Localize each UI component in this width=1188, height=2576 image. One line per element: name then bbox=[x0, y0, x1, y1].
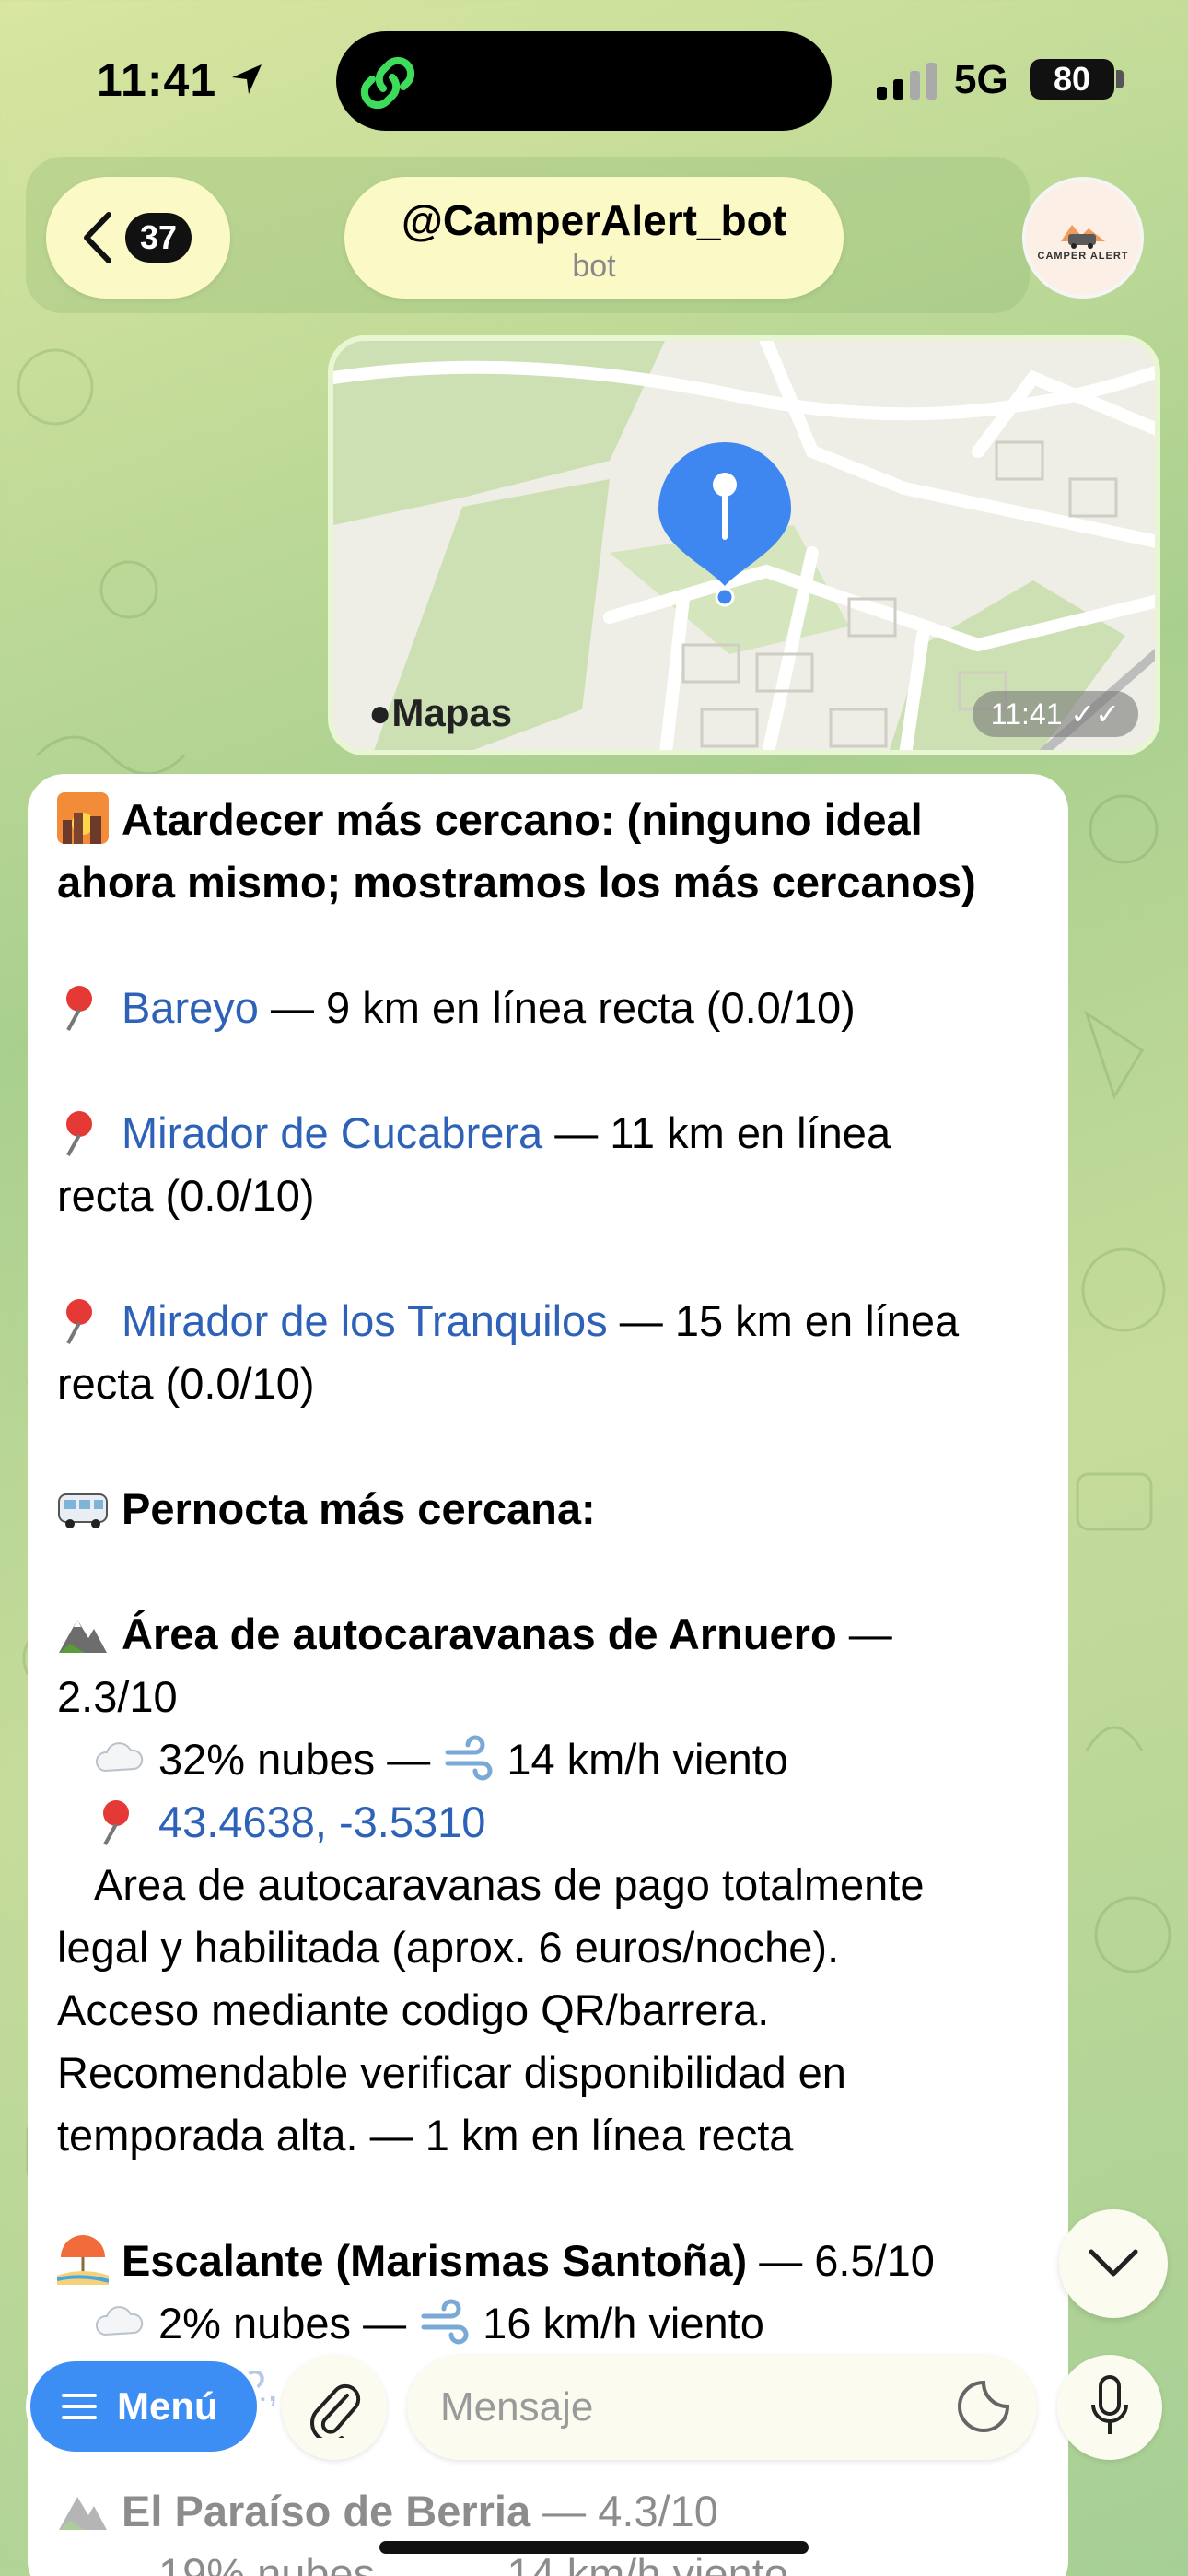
message-input[interactable]: Mensaje bbox=[407, 2355, 1037, 2460]
round-pushpin-icon bbox=[103, 1800, 129, 1845]
area1-desc-2: legal y habilitada (aprox. 6 euros/noche… bbox=[57, 1923, 840, 1972]
clock: 11:41 bbox=[97, 54, 217, 106]
round-pushpin-icon bbox=[66, 986, 92, 1031]
home-indicator bbox=[379, 2541, 809, 2554]
status-bar: 11:41 5G 80 bbox=[0, 0, 1188, 166]
chevron-down-icon bbox=[1089, 2249, 1138, 2277]
area1-weather: 32% nubes — 14 km/h viento bbox=[57, 1728, 1041, 1791]
area3-name: El Paraíso de Berria bbox=[122, 2487, 531, 2535]
spot3-link[interactable]: Mirador de los Tranquilos bbox=[122, 1296, 608, 1345]
area1-name: Área de autocaravanas de Arnuero bbox=[122, 1610, 837, 1658]
area1-clouds: 32% nubes — bbox=[158, 1735, 443, 1784]
spot2-link[interactable]: Mirador de Cucabrera bbox=[122, 1108, 542, 1157]
battery-indicator: 80 bbox=[1030, 59, 1114, 100]
area3-header: El Paraíso de Berria — 4.3/10 bbox=[57, 2480, 1041, 2543]
apple-logo-icon: ● bbox=[368, 691, 392, 734]
avatar-label: CAMPER ALERT bbox=[1037, 251, 1129, 262]
read-checkmarks-icon: ✓✓ bbox=[1070, 697, 1120, 731]
attach-button[interactable] bbox=[282, 2355, 387, 2460]
battery-tip bbox=[1116, 70, 1124, 88]
area1-desc-3: Acceso mediante codigo QR/barrera. bbox=[57, 1985, 770, 2034]
area1-desc-1: Area de autocaravanas de pago totalmente bbox=[94, 1860, 925, 1909]
round-pushpin-icon bbox=[66, 1299, 92, 1344]
bot-text-message: Atardecer más cercano: (ninguno ideal ah… bbox=[28, 774, 1068, 2576]
spot2-detail: — 11 km en línea bbox=[542, 1108, 891, 1157]
map-time-text: 11:41 bbox=[990, 697, 1063, 731]
spot1-link[interactable]: Bareyo bbox=[122, 983, 259, 1032]
area1-score-prefix: — bbox=[836, 1610, 892, 1658]
network-type: 5G bbox=[954, 57, 1008, 102]
chat-title[interactable]: @CamperAlert_bot bot bbox=[344, 177, 844, 299]
location-map-message[interactable]: ●Mapas 11:41 ✓✓ bbox=[328, 335, 1160, 755]
link-chain-icon bbox=[360, 56, 415, 110]
sunset-spot-2: Mirador de Cucabrera — 11 km en línea bbox=[57, 1102, 1041, 1165]
cloud-icon bbox=[96, 1742, 144, 1773]
cloud-icon bbox=[96, 2306, 144, 2336]
spot2-detail-cont: recta (0.0/10) bbox=[57, 1171, 315, 1220]
area2-wind: 16 km/h viento bbox=[483, 2299, 764, 2348]
sunset-title: Atardecer más cercano: (ninguno ideal bbox=[57, 789, 1041, 851]
scroll-to-bottom-button[interactable] bbox=[1059, 2209, 1168, 2318]
unread-count-badge: 37 bbox=[125, 213, 192, 263]
area1-desc-5: temporada alta. — 1 km en línea recta bbox=[57, 2111, 794, 2160]
sunset-city-icon bbox=[57, 792, 109, 844]
maps-label-text: Mapas bbox=[391, 691, 513, 734]
sticker-icon[interactable] bbox=[956, 2379, 1011, 2434]
area1-wind: 14 km/h viento bbox=[507, 1735, 788, 1784]
map-pin-icon bbox=[658, 442, 791, 607]
message-placeholder: Mensaje bbox=[440, 2384, 594, 2430]
bot-name: @CamperAlert_bot bbox=[401, 196, 787, 244]
area1-coords-link[interactable]: 43.4638, -3.5310 bbox=[158, 1797, 485, 1846]
area2-name: Escalante (Marismas Santoña) bbox=[122, 2236, 748, 2285]
wind-icon bbox=[445, 1735, 493, 1781]
paperclip-icon bbox=[310, 2383, 361, 2438]
overnight-title-text: Pernocta más cercana: bbox=[122, 1484, 596, 1533]
sunset-title-line1: Atardecer más cercano: (ninguno ideal bbox=[122, 795, 923, 844]
chevron-left-icon bbox=[84, 212, 111, 263]
overnight-title: Pernocta más cercana: bbox=[57, 1478, 1041, 1540]
maps-attribution: ●Mapas bbox=[368, 691, 512, 735]
area2-weather: 2% nubes — 16 km/h viento bbox=[57, 2292, 1041, 2355]
sunset-title-line2: ahora mismo; mostramos los más cercanos) bbox=[57, 858, 976, 907]
microphone-button[interactable] bbox=[1057, 2355, 1162, 2460]
beach-umbrella-icon bbox=[57, 2235, 109, 2285]
minibus-icon bbox=[58, 1493, 108, 1528]
cellular-signal-icon bbox=[877, 63, 937, 100]
camper-logo-icon bbox=[1061, 225, 1105, 249]
menu-lines-icon bbox=[62, 2394, 97, 2419]
microphone-icon bbox=[1091, 2375, 1128, 2434]
back-button[interactable]: 37 bbox=[46, 177, 230, 299]
round-pushpin-icon bbox=[66, 1111, 92, 1156]
bot-avatar[interactable]: CAMPER ALERT bbox=[1022, 177, 1144, 299]
spot3-detail-cont: recta (0.0/10) bbox=[57, 1359, 315, 1408]
area2-score: — 6.5/10 bbox=[747, 2236, 935, 2285]
menu-label: Menú bbox=[117, 2384, 218, 2428]
mountain-icon bbox=[59, 1620, 107, 1653]
area1-score: 2.3/10 bbox=[57, 1672, 178, 1721]
area1-coords-row: 43.4638, -3.5310 bbox=[57, 1791, 1041, 1854]
area2-header: Escalante (Marismas Santoña) — 6.5/10 bbox=[57, 2230, 1041, 2292]
area3-score: — 4.3/10 bbox=[530, 2487, 718, 2535]
bot-subtitle: bot bbox=[572, 249, 616, 284]
map-message-time: 11:41 ✓✓ bbox=[972, 691, 1138, 737]
mountain-icon bbox=[59, 2497, 107, 2530]
sunset-spot-1: Bareyo — 9 km en línea recta (0.0/10) bbox=[57, 977, 1041, 1039]
spot1-detail: — 9 km en línea recta (0.0/10) bbox=[258, 983, 856, 1032]
area1-header: Área de autocaravanas de Arnuero — bbox=[57, 1603, 1041, 1666]
location-arrow-icon bbox=[232, 64, 262, 94]
area2-clouds: 2% nubes — bbox=[158, 2299, 419, 2348]
area1-desc-4: Recomendable verificar disponibilidad en bbox=[57, 2048, 846, 2097]
sunset-spot-3: Mirador de los Tranquilos — 15 km en lín… bbox=[57, 1290, 1041, 1352]
wind-icon bbox=[421, 2299, 469, 2345]
menu-button[interactable]: Menú bbox=[26, 2357, 262, 2456]
spot3-detail: — 15 km en línea bbox=[607, 1296, 960, 1345]
